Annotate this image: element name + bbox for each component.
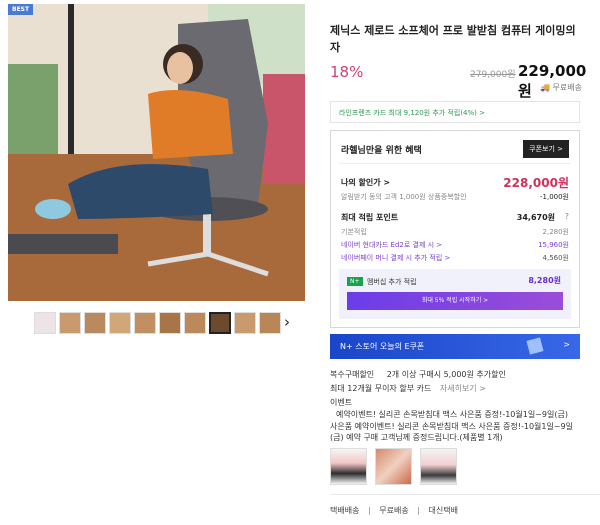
thumbnail[interactable]: [184, 312, 206, 334]
coupon-icon: [526, 337, 544, 355]
alarm-discount: 알림받기 동의 고객 1,000원 상품중복할인 -1,000원: [341, 192, 569, 202]
thumbnail[interactable]: [34, 312, 56, 334]
free-shipping-tag: 🚚 무료배송: [540, 82, 582, 93]
card-promo[interactable]: 라인프렌즈 카드 최대 9,120원 추가 적립(4%) >: [330, 101, 580, 123]
product-main-image[interactable]: [8, 4, 305, 301]
benefit-panel: 라헬님만을 위한 혜택 쿠폰보기 > 나의 할인가 > 228,000원 알림받…: [330, 130, 580, 328]
truck-icon: 🚚: [540, 83, 550, 92]
chevron-right-icon: >: [563, 340, 570, 349]
original-price: 279,000원: [470, 70, 516, 80]
membership-value: 8,280원: [528, 276, 561, 285]
my-price: 228,000원: [503, 176, 569, 190]
thumbnail-selected[interactable]: [209, 312, 231, 334]
alarm-label: 알림받기 동의 고객 1,000원 상품중복할인: [341, 193, 467, 201]
thumbnail-strip: [34, 312, 281, 334]
bulk-value: 2개 이상 구매시 5,000원 추가할인: [386, 370, 506, 379]
event-text: 예약이벤트! 실리콘 손목받침대 맥스 사은품 증정!-10월1일~9일(금): [336, 410, 568, 419]
thumbnail[interactable]: [109, 312, 131, 334]
option-thumbnails: [330, 448, 457, 485]
event-label: 이벤트: [330, 398, 353, 407]
alarm-value: -1,000원: [539, 193, 569, 201]
gift-row: 사은품 예약이벤트! 실리콘 손목받침대 맥스 사은품 증정!-10월1일~9일…: [330, 421, 582, 443]
membership-start-button[interactable]: 최대 5% 적립 시작하기 >: [347, 292, 563, 310]
option-thumbnail[interactable]: [420, 448, 457, 485]
membership-box: N+ 멤버십 추가 적립 8,280원 최대 5% 적립 시작하기 >: [339, 269, 571, 319]
membership-label: 멤버십 추가 적립: [367, 278, 417, 286]
option-thumbnail[interactable]: [330, 448, 367, 485]
points-label: 최대 적립 포인트: [341, 213, 399, 222]
naver-card-value: 15,960원: [538, 241, 569, 249]
shipping-carrier: 대신택배: [428, 506, 458, 515]
installment-text: 최대 12개월 무이자 할부 카드: [330, 384, 432, 393]
installment-link[interactable]: 자세히보기 >: [440, 384, 486, 393]
thumbnail[interactable]: [59, 312, 81, 334]
gift-label: 사은품: [330, 422, 353, 431]
basic-points: 기본적립 2,280원: [341, 227, 569, 237]
divider: [330, 494, 600, 495]
help-icon[interactable]: ?: [565, 212, 569, 221]
points-row: 최대 적립 포인트 34,670원 ?: [341, 212, 569, 223]
thumbnail[interactable]: [259, 312, 281, 334]
naver-card-points[interactable]: 네이버 현대카드 Ed2로 결제 시 > 15,960원: [341, 240, 569, 250]
membership-badge: N+: [347, 277, 363, 286]
bulk-label: 복수구매할인: [330, 370, 375, 379]
thumbnail[interactable]: [159, 312, 181, 334]
ecoupon-text: N+ 스토어 오늘의 E쿠폰: [340, 342, 425, 351]
shipping-fee: 무료배송: [379, 506, 409, 515]
installment-row: 최대 12개월 무이자 할부 카드 자세히보기 >: [330, 383, 486, 394]
product-photo-illustration: [8, 4, 305, 301]
coupon-button[interactable]: 쿠폰보기 >: [523, 140, 569, 158]
points-value: 34,670원: [516, 213, 555, 222]
benefit-heading: 라헬님만을 위한 혜택: [341, 146, 422, 156]
thumbnail-next-icon[interactable]: ›: [284, 313, 290, 331]
naverpay-label: 네이버페이 머니 결제 시 추가 적립 >: [341, 254, 451, 262]
thumbnail[interactable]: [134, 312, 156, 334]
shipping-info: 택배배송 | 무료배송 | 대신택배: [330, 506, 458, 515]
naverpay-points[interactable]: 네이버페이 머니 결제 시 추가 적립 > 4,560원: [341, 253, 569, 263]
naver-card-label: 네이버 현대카드 Ed2로 결제 시 >: [341, 241, 443, 249]
thumbnail[interactable]: [234, 312, 256, 334]
discount-rate: 18%: [330, 63, 364, 81]
naverpay-value: 4,560원: [542, 254, 569, 262]
ecoupon-banner[interactable]: N+ 스토어 오늘의 E쿠폰 >: [330, 334, 580, 359]
thumbnail[interactable]: [84, 312, 106, 334]
option-thumbnail[interactable]: [375, 448, 412, 485]
basic-value: 2,280원: [542, 228, 569, 236]
product-gallery: BEST ›: [0, 0, 312, 525]
gift-text: 예약이벤트! 실리콘 손목받침대 맥스 사은품 증정!-10월1일~9일(금) …: [330, 422, 573, 442]
bulk-discount: 복수구매할인 2개 이상 구매시 5,000원 추가할인: [330, 369, 506, 380]
product-title: 제닉스 제로드 소프체어 프로 발받침 컴퓨터 게이밍의자: [330, 24, 576, 54]
free-shipping-label: 무료배송: [552, 83, 582, 92]
best-badge: BEST: [8, 4, 34, 15]
shipping-method: 택배배송: [330, 506, 360, 515]
basic-label: 기본적립: [341, 228, 367, 236]
divider: [339, 163, 571, 164]
